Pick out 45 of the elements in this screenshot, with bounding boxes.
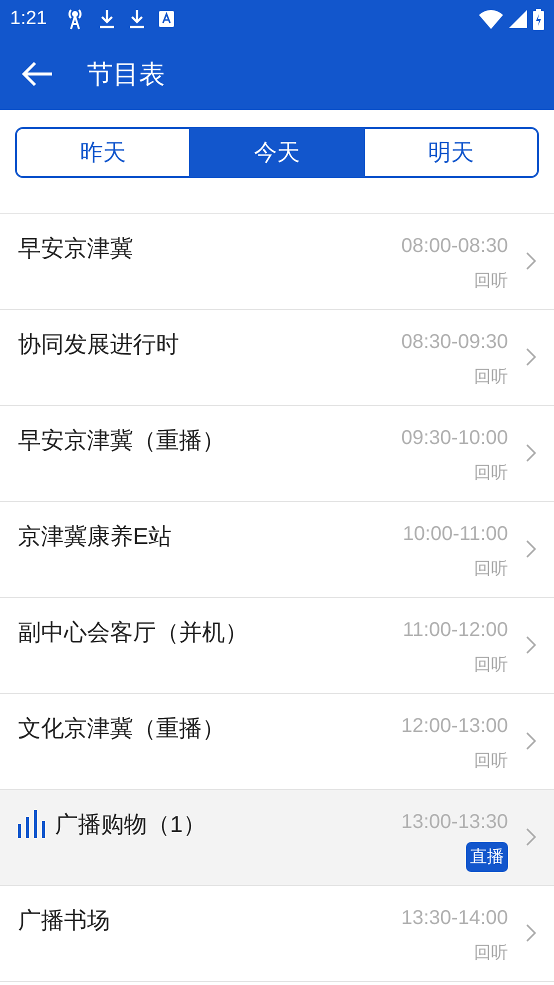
program-time: 09:30-10:00 [401,426,508,450]
chevron-right-icon [526,732,536,750]
download-icon [98,9,115,29]
program-name: 京津冀康养E站 [18,522,172,551]
program-name: 副中心会客厅（并机） [18,618,248,647]
program-name: 广播购物（1） [55,810,206,839]
chevron-right-icon [526,348,536,366]
chevron-right-icon [526,444,536,462]
program-name: 早安京津冀 [18,234,133,263]
program-time: 10:00-11:00 [402,522,508,546]
day-tab[interactable]: 明天 [363,129,537,176]
replay-label: 回听 [474,750,508,772]
program-time: 13:30-14:00 [401,906,508,930]
program-time: 13:00-13:30 [401,810,508,834]
live-badge: 直播 [466,842,508,872]
status-time: 1:21 [10,6,47,31]
chevron-right-icon [526,540,536,558]
screen-title: 节目表 [87,58,165,90]
program-name: 广播书场 [18,906,110,935]
program-name: 协同发展进行时 [18,330,179,359]
app-notification-icon [158,11,174,27]
program-name: 文化京津冀（重播） [18,714,225,743]
replay-label: 回听 [474,942,508,964]
chevron-right-icon [526,924,536,942]
program-time: 11:00-12:00 [402,618,508,642]
back-arrow-icon[interactable] [21,61,53,87]
signal-icon [509,10,527,28]
replay-label: 回听 [474,462,508,484]
download-icon [128,9,145,29]
chevron-right-icon [526,636,536,654]
program-name: 早安京津冀（重播） [18,426,225,455]
chevron-right-icon [526,252,536,270]
replay-label: 回听 [474,270,508,292]
wifi-icon [479,10,503,28]
program-time: 08:30-09:30 [401,330,508,354]
day-tab[interactable]: 今天 [189,129,363,176]
replay-label: 回听 [474,366,508,388]
replay-label: 回听 [474,558,508,580]
program-row[interactable]: 广播购物（1） 13:00-13:30 直播 [0,790,554,886]
chevron-right-icon [526,828,536,846]
program-time: 08:00-08:30 [401,234,508,258]
audio-bars-icon [18,810,45,838]
program-time: 12:00-13:00 [401,714,508,738]
battery-icon [533,8,544,30]
replay-label: 回听 [474,654,508,676]
